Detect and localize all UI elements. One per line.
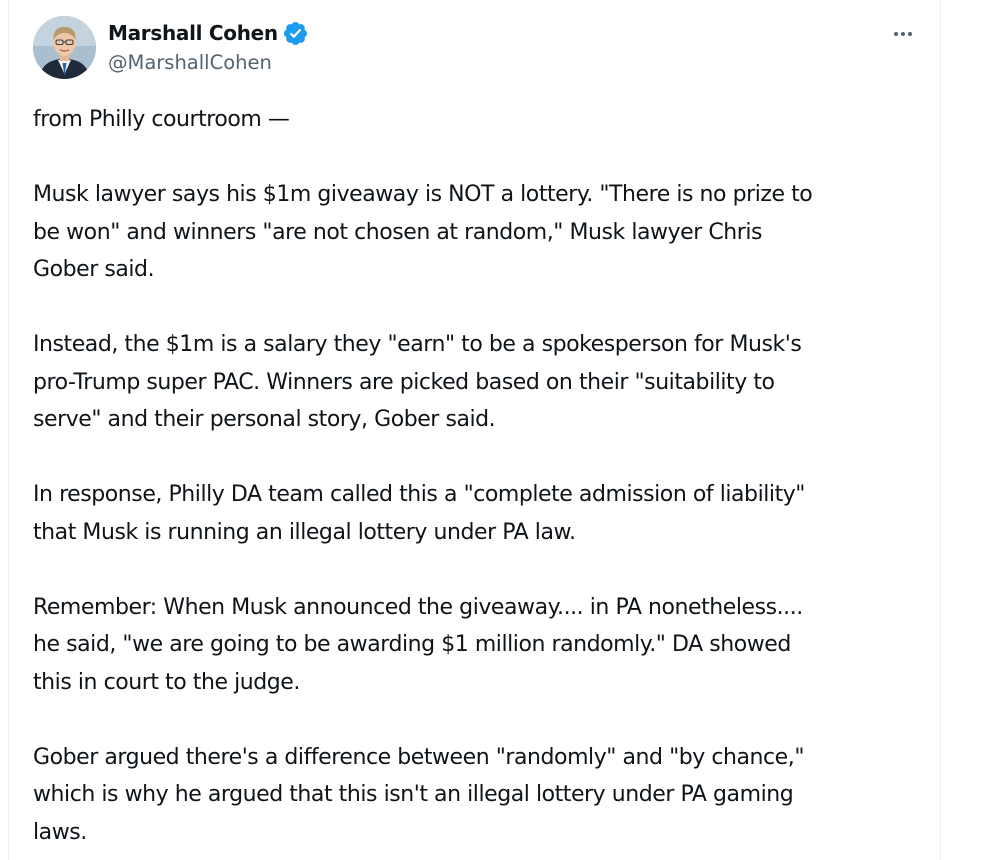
tweet-text-line: that Musk is running an illegal lottery … [33,519,576,545]
tweet-text: from Philly courtroom — Musk lawyer says… [33,101,923,851]
more-options-button[interactable] [885,18,921,50]
tweet-text-line: Musk lawyer says his $1m giveaway is NOT… [33,182,813,207]
tweet-text-line: pro-Trump super PAC. Winners are picked … [33,369,775,395]
tweet-paragraph: Gober argued there's a difference betwee… [33,739,923,852]
tweet-text-line: be won" and winners "are not chosen at r… [33,219,763,245]
tweet-text-line: from Philly courtroom — [33,107,290,132]
tweet-card: Marshall Cohen @MarshallCohen from Phill… [8,0,941,860]
tweet-text-line: this in court to the judge. [33,669,300,695]
tweet-text-line: he said, "we are going to be awarding $1… [33,632,791,657]
tweet-text-line: laws. [33,819,87,845]
avatar-portrait-icon [33,16,96,79]
tweet-text-line: Instead, the $1m is a salary they "earn"… [33,332,802,357]
tweet-text-line: Gober said. [33,257,155,282]
tweet-paragraph: Instead, the $1m is a salary they "earn"… [33,326,923,439]
tweet-text-line: which is why he argued that this isn't a… [33,782,794,807]
avatar[interactable] [33,16,96,79]
more-options-icon [894,32,912,36]
tweet-text-line: Remember: When Musk announced the giveaw… [33,594,803,620]
tweet-text-line: Gober argued there's a difference betwee… [33,744,804,770]
tweet-paragraph: from Philly courtroom — [33,101,923,139]
tweet-text-line: serve" and their personal story, Gober s… [33,407,496,432]
tweet-paragraph: Musk lawyer says his $1m giveaway is NOT… [33,176,923,289]
verified-badge-icon[interactable] [282,20,309,47]
tweet-paragraph: Remember: When Musk announced the giveaw… [33,589,923,702]
author-name-row: Marshall Cohen [108,19,309,47]
tweet-text-line: In response, Philly DA team called this … [33,482,805,507]
author-display-name[interactable]: Marshall Cohen [108,21,278,45]
tweet-paragraph: In response, Philly DA team called this … [33,476,923,551]
author-handle[interactable]: @MarshallCohen [108,51,272,74]
